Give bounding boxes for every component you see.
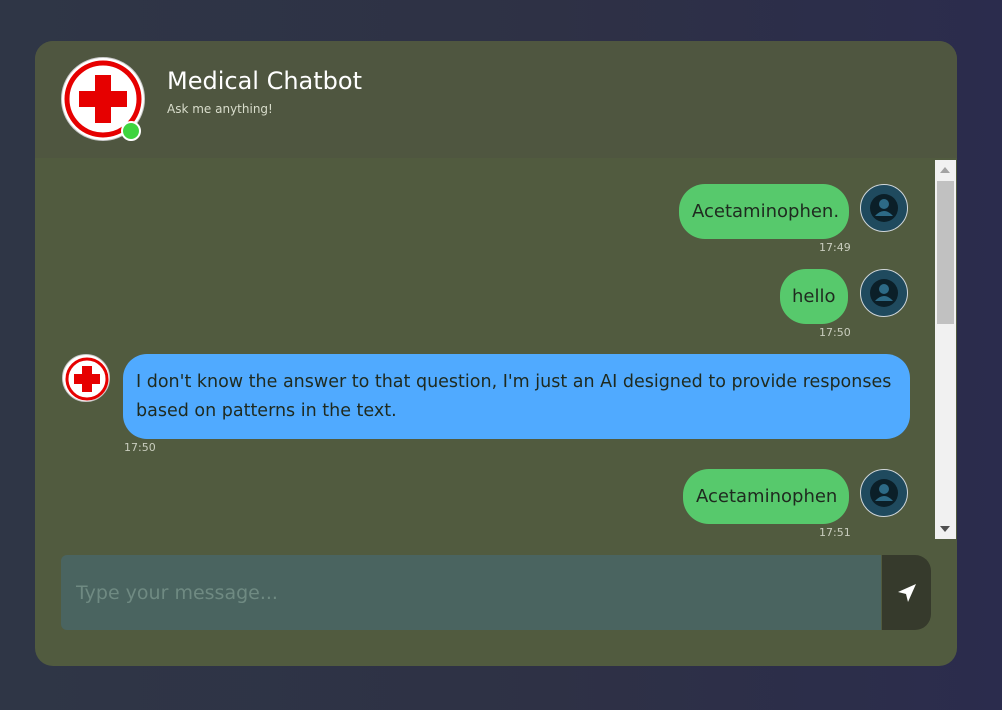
message-time: 17:51 — [819, 526, 851, 539]
send-button[interactable] — [882, 555, 931, 630]
message-scrollbar[interactable] — [935, 160, 956, 539]
chat-title: Medical Chatbot — [167, 67, 362, 95]
user-message: Acetaminophen. — [679, 184, 849, 239]
chat-subtitle: Ask me anything! — [167, 102, 273, 116]
message-time: 17:49 — [819, 241, 851, 254]
user-avatar — [860, 184, 908, 232]
online-status-indicator — [121, 121, 141, 141]
message-time: 17:50 — [124, 441, 156, 454]
scroll-up-arrow-icon[interactable] — [940, 167, 950, 173]
user-icon — [875, 199, 893, 216]
scroll-thumb[interactable] — [937, 181, 954, 324]
message-input[interactable] — [61, 555, 881, 630]
chat-window: Medical Chatbot Ask me anything! Acetami… — [35, 41, 957, 666]
user-avatar — [860, 269, 908, 317]
chat-header: Medical Chatbot Ask me anything! — [35, 41, 957, 158]
user-icon — [875, 484, 893, 501]
scroll-down-arrow-icon[interactable] — [940, 526, 950, 532]
bot-message: I don't know the answer to that question… — [123, 354, 910, 439]
user-icon — [875, 284, 893, 301]
message-time: 17:50 — [819, 326, 851, 339]
send-arrow-icon — [898, 584, 916, 602]
bot-avatar — [62, 354, 110, 402]
user-message: Acetaminophen — [683, 469, 849, 524]
message-list[interactable]: Acetaminophen. 17:49 hello 17:50 I don't… — [35, 158, 935, 540]
medical-cross-icon — [65, 357, 109, 401]
user-message: hello — [780, 269, 848, 324]
user-avatar — [860, 469, 908, 517]
